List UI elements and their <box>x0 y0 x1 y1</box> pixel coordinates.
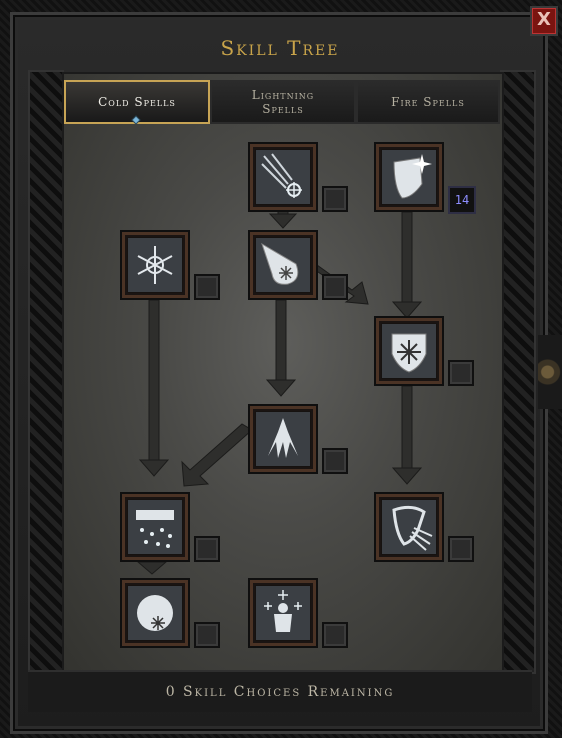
skill-points-box <box>322 622 348 648</box>
skill-ice-blast[interactable] <box>248 230 318 300</box>
shiver-armor-icon <box>382 324 436 378</box>
right-ornamental-border <box>500 70 536 674</box>
skill-points-box <box>322 274 348 300</box>
skill-points-box <box>448 536 474 562</box>
title-bar: Skill Tree <box>20 26 540 66</box>
skill-blizzard[interactable] <box>120 492 190 562</box>
ice-bolt-icon <box>256 150 310 204</box>
close-button[interactable]: X <box>530 6 558 36</box>
blizzard-icon <box>128 500 182 554</box>
skill-frost-nova[interactable] <box>120 230 190 300</box>
skill-tree-window: Skill Tree X Cold Spells Lightning Spell… <box>0 0 562 738</box>
skill-frozen-armor[interactable] <box>374 142 444 212</box>
skill-frozen-orb[interactable] <box>120 578 190 648</box>
skill-glacial-spike[interactable] <box>248 404 318 474</box>
cold-mastery-icon <box>256 586 310 640</box>
frozen-orb-icon <box>128 586 182 640</box>
skill-points-box <box>322 186 348 212</box>
glacial-spike-icon <box>256 412 310 466</box>
frozen-armor-icon <box>382 150 436 204</box>
skill-points-box <box>448 360 474 386</box>
skill-choices-remaining: 0 Skill Choices Remaining <box>28 670 532 712</box>
skill-points-box <box>194 536 220 562</box>
ice-blast-icon <box>256 238 310 292</box>
skill-points-box <box>322 448 348 474</box>
skill-chilling-armor[interactable] <box>374 492 444 562</box>
chilling-armor-icon <box>382 500 436 554</box>
close-icon: X <box>537 9 551 30</box>
left-ornamental-border <box>28 70 64 674</box>
skill-ice-bolt[interactable] <box>248 142 318 212</box>
window-title: Skill Tree <box>220 36 340 60</box>
skill-points-box <box>194 622 220 648</box>
skill-points-count: 14 <box>448 186 476 214</box>
skill-cold-mastery[interactable] <box>248 578 318 648</box>
skill-points-box <box>194 274 220 300</box>
side-clasp-ornament <box>538 335 562 409</box>
skill-shiver-armor[interactable] <box>374 316 444 386</box>
frost-nova-icon <box>128 238 182 292</box>
